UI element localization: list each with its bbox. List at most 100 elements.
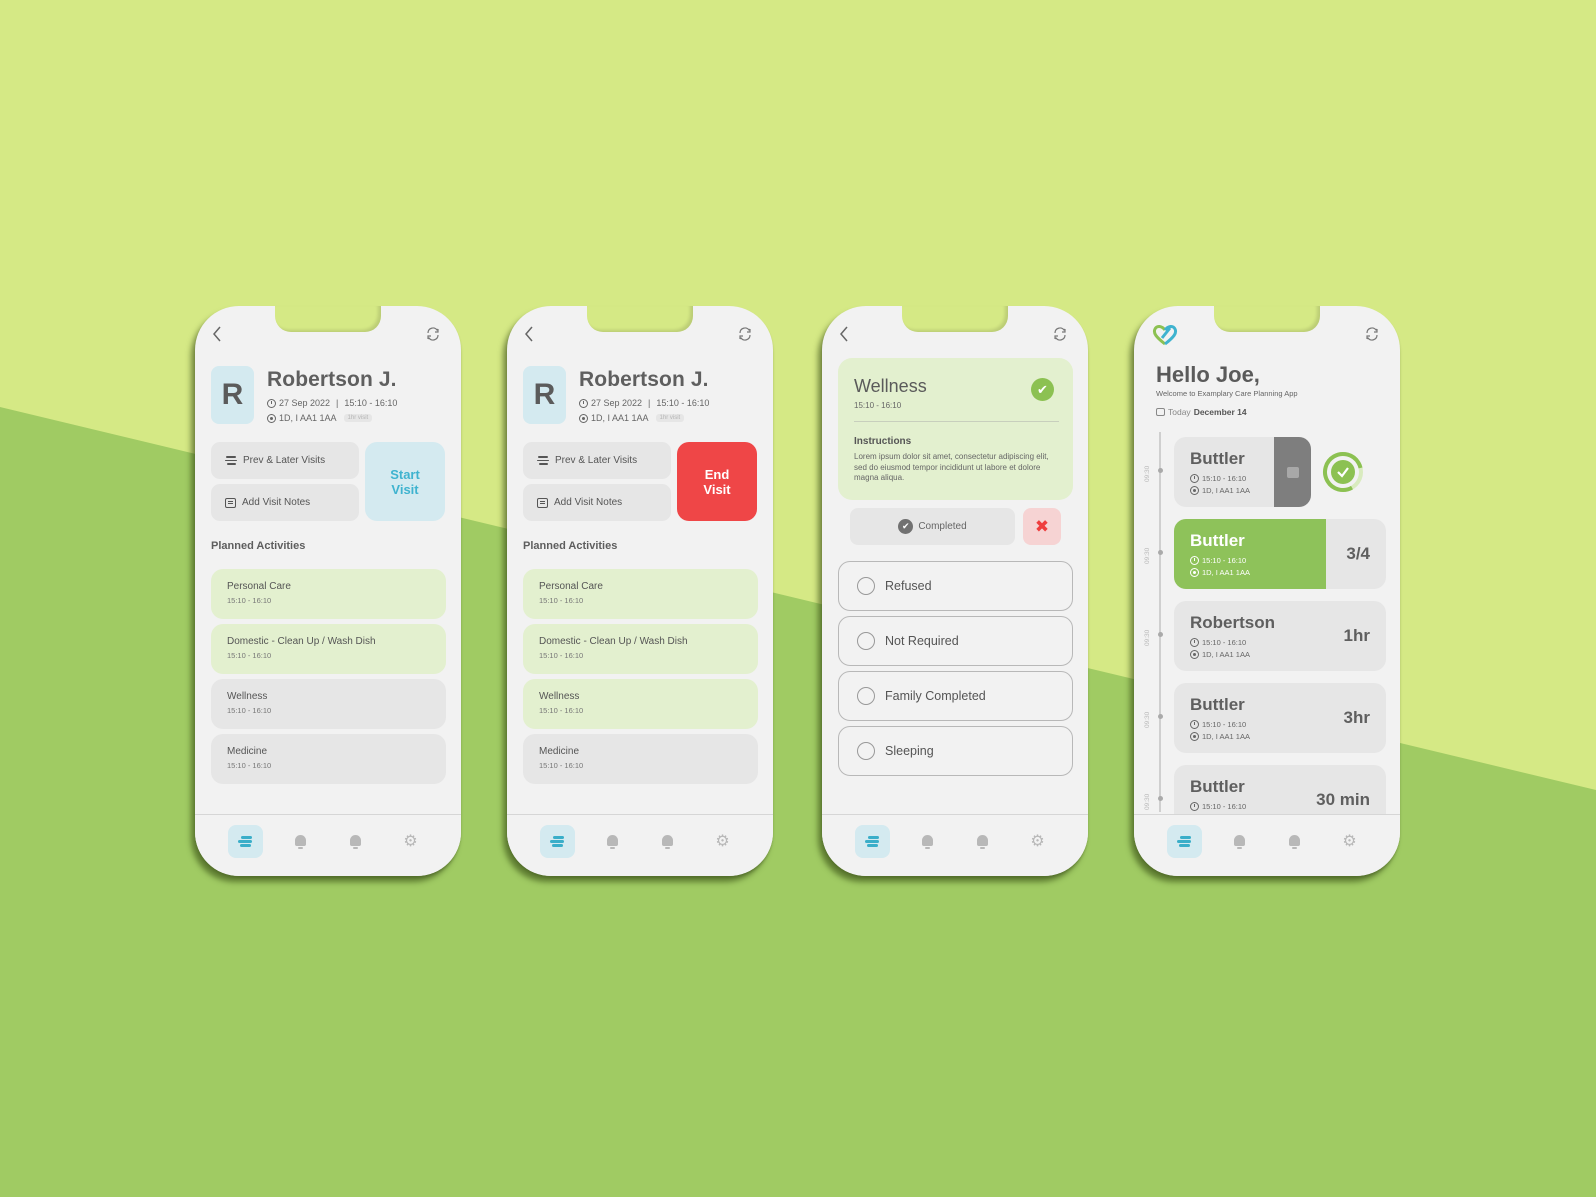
nav-settings[interactable]: ⚙	[705, 825, 740, 858]
address-text: 1D, I AA1 1AA	[591, 413, 649, 423]
timeline-label: 09:30	[1144, 793, 1151, 810]
address-text: 1D, I AA1 1AA	[1202, 568, 1250, 577]
option-sleeping[interactable]: Sleeping	[838, 726, 1073, 776]
outcome-options: Refused Not Required Family Completed Sl…	[838, 561, 1073, 781]
activity-time: 15:10 - 16:10	[854, 401, 902, 410]
bottom-nav: ⚙	[1134, 814, 1400, 876]
activity-item[interactable]: Domestic - Clean Up / Wash Dish 15:10 - 1…	[211, 624, 446, 674]
back-icon[interactable]	[834, 324, 854, 344]
option-family-completed[interactable]: Family Completed	[838, 671, 1073, 721]
app-logo-icon	[1152, 324, 1178, 346]
nav-tasks[interactable]	[540, 825, 575, 858]
nav-notifications[interactable]	[1222, 825, 1257, 858]
start-visit-button[interactable]: Start Visit	[365, 442, 445, 521]
phone-notch	[1214, 306, 1320, 332]
radio-button[interactable]	[857, 742, 875, 760]
visit-datetime: 27 Sep 2022 | 15:10 - 16:10	[267, 398, 397, 408]
nav-alerts[interactable]	[650, 825, 685, 858]
nav-alerts[interactable]	[1277, 825, 1312, 858]
activity-item[interactable]: Domestic - Clean Up / Wash Dish 15:10 - 1…	[523, 624, 758, 674]
tasks-icon	[238, 836, 253, 847]
radio-button[interactable]	[857, 687, 875, 705]
back-icon[interactable]	[207, 324, 227, 344]
visit-notes-tab[interactable]	[1274, 437, 1311, 507]
clock-icon	[1190, 802, 1199, 811]
nav-tasks[interactable]	[228, 825, 263, 858]
note-icon	[225, 497, 236, 508]
planned-activities-title: Planned Activities	[211, 540, 306, 552]
location-pin-icon	[1190, 650, 1199, 659]
gear-icon: ⚙	[403, 832, 418, 850]
sync-icon[interactable]	[1362, 324, 1382, 344]
visit-time: 15:10 - 16:10	[1190, 556, 1246, 565]
activity-title: Personal Care	[227, 581, 291, 592]
time-text: 15:10 - 16:10	[1202, 720, 1247, 729]
active-visit-highlight	[1174, 519, 1326, 589]
activity-title: Domestic - Clean Up / Wash Dish	[539, 636, 688, 647]
visit-address: 1D, I AA1 1AA	[1190, 650, 1250, 659]
timeline-label: 09:30	[1144, 547, 1151, 564]
visit-date: 27 Sep 2022	[279, 398, 331, 408]
activity-item[interactable]: Personal Care 15:10 - 16:10	[523, 569, 758, 619]
tasks-icon	[865, 836, 880, 847]
phone-visit-start: R Robertson J. 27 Sep 2022 | 15:10 - 16:…	[195, 306, 461, 876]
bell-icon	[1288, 835, 1301, 849]
visit-datetime: 27 Sep 2022 | 15:10 - 16:10	[579, 398, 709, 408]
sync-icon[interactable]	[423, 324, 443, 344]
option-label: Refused	[885, 579, 932, 593]
option-refused[interactable]: Refused	[838, 561, 1073, 611]
sync-icon[interactable]	[735, 324, 755, 344]
visit-time: 15:10 - 16:10	[1190, 720, 1246, 729]
nav-alerts[interactable]	[965, 825, 1000, 858]
back-icon[interactable]	[519, 324, 539, 344]
radio-button[interactable]	[857, 632, 875, 650]
nav-settings[interactable]: ⚙	[1332, 825, 1367, 858]
completed-label: Completed	[918, 521, 967, 532]
nav-tasks[interactable]	[1167, 825, 1202, 858]
nav-notifications[interactable]	[283, 825, 318, 858]
nav-tasks[interactable]	[855, 825, 890, 858]
nav-notifications[interactable]	[595, 825, 630, 858]
bell-icon	[661, 835, 674, 849]
nav-settings[interactable]: ⚙	[1020, 825, 1055, 858]
timeline-dot	[1158, 796, 1163, 801]
activity-title: Domestic - Clean Up / Wash Dish	[227, 636, 376, 647]
end-visit-button[interactable]: End Visit	[677, 442, 757, 521]
visit-name: Buttler	[1190, 777, 1245, 796]
prev-later-visits-button[interactable]: Prev & Later Visits	[523, 442, 671, 479]
prev-later-visits-button[interactable]: Prev & Later Visits	[211, 442, 359, 479]
visit-card[interactable]: Robertson 15:10 - 16:10 1D, I AA1 1AA 1h…	[1174, 601, 1386, 671]
tasks-icon	[1177, 836, 1192, 847]
visit-card[interactable]: Buttler 15:10 - 16:10 1D, I AA1 1AA 3hr	[1174, 683, 1386, 753]
add-visit-notes-button[interactable]: Add Visit Notes	[523, 484, 671, 521]
welcome-text: Welcome to Examplary Care Planning App	[1156, 389, 1298, 398]
activity-item[interactable]: Wellness 15:10 - 16:10	[523, 679, 758, 729]
radio-button[interactable]	[857, 577, 875, 595]
visit-card[interactable]: Buttler 15:10 - 16:10 1D, I AA1 1AA	[1174, 437, 1311, 507]
activity-item[interactable]: Personal Care 15:10 - 16:10	[211, 569, 446, 619]
phone-notch	[902, 306, 1008, 332]
gear-icon: ⚙	[1030, 832, 1045, 850]
visit-card-active[interactable]: Buttler 15:10 - 16:10 1D, I AA1 1AA 3/4	[1174, 519, 1386, 589]
activity-item[interactable]: Medicine 15:10 - 16:10	[523, 734, 758, 784]
option-not-required[interactable]: Not Required	[838, 616, 1073, 666]
nav-notifications[interactable]	[910, 825, 945, 858]
sync-icon[interactable]	[1050, 324, 1070, 344]
add-visit-notes-button[interactable]: Add Visit Notes	[211, 484, 359, 521]
today-label: Today	[1168, 407, 1191, 417]
visit-actions: Prev & Later Visits Add Visit Notes End …	[523, 442, 757, 522]
time-text: 15:10 - 16:10	[1202, 556, 1247, 565]
nav-alerts[interactable]	[338, 825, 373, 858]
time-text: 15:10 - 16:10	[1202, 802, 1247, 811]
visit-progress: 3/4	[1346, 544, 1370, 563]
activity-item[interactable]: Medicine 15:10 - 16:10	[211, 734, 446, 784]
timeline-dot	[1158, 468, 1163, 473]
cancel-button[interactable]: ✖	[1023, 508, 1061, 545]
check-circle-icon: ✔	[898, 519, 914, 534]
note-icon	[537, 497, 548, 508]
activity-detail-card: Wellness 15:10 - 16:10 ✔ Instructions Lo…	[838, 358, 1073, 500]
nav-settings[interactable]: ⚙	[393, 825, 428, 858]
activity-item[interactable]: Wellness 15:10 - 16:10	[211, 679, 446, 729]
add-visit-notes-label: Add Visit Notes	[554, 497, 623, 508]
completed-button[interactable]: ✔ Completed	[850, 508, 1015, 545]
